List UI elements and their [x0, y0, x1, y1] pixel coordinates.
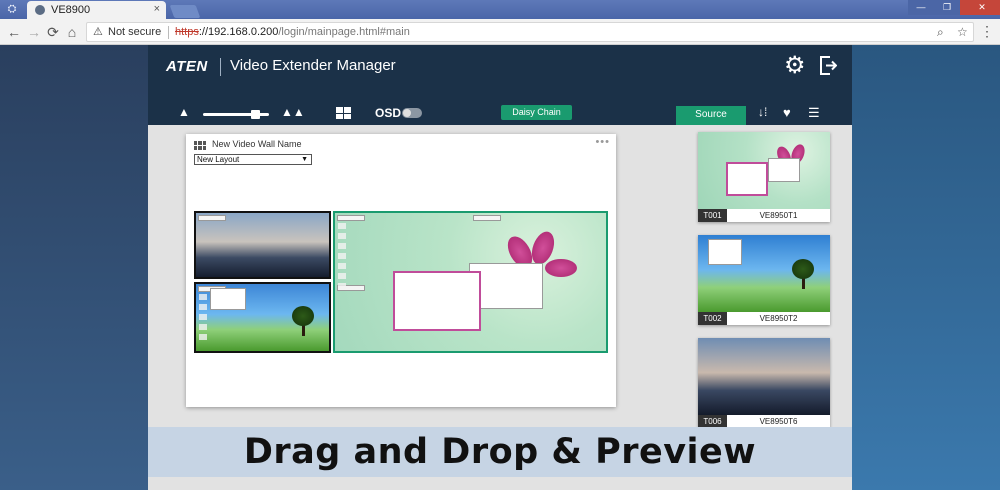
address-separator [168, 26, 169, 39]
screen-source-tag[interactable] [198, 215, 226, 221]
wall-screen-3[interactable] [333, 211, 608, 353]
tree-image [292, 306, 314, 326]
forward-button[interactable]: → [25, 23, 43, 41]
app-title: Video Extender Manager [230, 57, 396, 74]
screen-source-tag[interactable] [473, 215, 501, 221]
wall-screen-1[interactable] [194, 211, 331, 279]
source-card[interactable]: T002 VE8950T2 [698, 235, 830, 325]
browser-tabstrip: ⛭ VE8900 × — ❐ ✕ [0, 0, 1000, 19]
layout-select-value: New Layout [197, 155, 240, 164]
daisy-chain-button[interactable]: Daisy Chain [501, 105, 572, 120]
site-favicon-icon [35, 5, 45, 15]
minimize-icon[interactable]: — [908, 0, 934, 15]
brightness-low-icon: ▲ [178, 105, 190, 119]
source-card[interactable]: T001 VE8950T1 [698, 132, 830, 222]
wall-screen-2[interactable] [194, 282, 331, 353]
bookmark-star-icon[interactable]: ☆ [957, 25, 968, 39]
source-thumbnail[interactable] [698, 132, 830, 209]
bottom-strip [148, 477, 852, 490]
address-bar[interactable]: ⚠ Not secure https://192.168.0.200/login… [86, 22, 974, 42]
sort-icon[interactable]: ↓⁞ [758, 105, 767, 119]
brightness-slider[interactable] [203, 110, 269, 119]
workspace: New Video Wall Name ••• New Layout ▼ T00… [148, 125, 852, 428]
heart-icon[interactable]: ♥ [783, 105, 791, 120]
video-wall-card[interactable]: New Video Wall Name ••• New Layout ▼ [186, 134, 616, 407]
screen-source-tag[interactable] [337, 215, 365, 221]
browser-toolbar: ← → ⟳ ⌂ ⚠ Not secure https://192.168.0.2… [0, 19, 1000, 45]
aten-logo: ATEN [166, 58, 208, 75]
maximize-icon[interactable]: ❐ [934, 0, 960, 15]
control-row: ▲ ▲▲ OSD Daisy Chain Source ↓⁞ ♥ ☰ [148, 105, 852, 125]
more-options-icon[interactable]: ••• [595, 136, 610, 148]
url-scheme: https [175, 26, 199, 38]
home-button[interactable]: ⌂ [63, 23, 81, 41]
close-window-icon[interactable]: ✕ [960, 0, 1000, 15]
osd-toggle[interactable] [402, 108, 422, 118]
brightness-high-icon: ▲▲ [281, 105, 305, 119]
desktop-window [708, 239, 742, 265]
browser-menu-icon[interactable]: ⋮ [980, 23, 994, 40]
tab-title: VE8900 [51, 4, 91, 16]
gear-icon[interactable]: ⚙ [784, 53, 806, 79]
source-name: VE8950T1 [759, 211, 798, 220]
page-background-right [852, 45, 1000, 490]
page-background-left [0, 45, 148, 490]
tab-close-icon[interactable]: × [154, 3, 160, 15]
flower-petal [545, 259, 577, 277]
url-path: /login/mainpage.html#main [278, 26, 410, 38]
tab-source[interactable]: Source [676, 106, 746, 125]
desktop-icons [199, 294, 209, 340]
browser-tab[interactable]: VE8900 × [27, 1, 166, 19]
window-controls: — ❐ ✕ [908, 0, 1000, 15]
new-tab-button[interactable] [169, 5, 201, 18]
source-id: T001 [698, 209, 727, 222]
wall-layout-icon[interactable] [336, 107, 351, 119]
source-thumbnail[interactable] [698, 235, 830, 312]
warning-icon: ⚠ [93, 26, 103, 38]
zoom-icon[interactable]: ⌕ [937, 25, 944, 40]
source-name: VE8950T2 [759, 314, 798, 323]
source-id: T002 [698, 312, 727, 325]
brightness-slider-thumb[interactable] [251, 110, 261, 119]
desktop-window [726, 162, 768, 196]
url-text[interactable]: https://192.168.0.200/login/mainpage.htm… [175, 26, 410, 38]
browser-apps-icon[interactable]: ⛭ [3, 2, 21, 17]
video-wall-icon [194, 141, 206, 150]
title-separator [220, 58, 221, 76]
security-label[interactable]: Not secure [108, 26, 161, 38]
osd-label: OSD [375, 106, 402, 120]
osd-toggle-knob [403, 109, 411, 117]
back-button[interactable]: ← [5, 23, 23, 41]
layout-select[interactable]: New Layout ▼ [194, 154, 312, 165]
chevron-down-icon: ▼ [301, 156, 308, 163]
desktop-icons [338, 223, 348, 289]
feature-banner: Drag and Drop & Preview [148, 427, 852, 477]
desktop-window [768, 158, 800, 182]
video-wall-name[interactable]: New Video Wall Name [212, 139, 302, 149]
url-host: ://192.168.0.200 [198, 26, 279, 38]
desktop-window [393, 271, 481, 331]
source-thumbnail[interactable] [698, 338, 830, 415]
reload-button[interactable]: ⟳ [44, 23, 62, 41]
logout-icon[interactable] [820, 56, 837, 75]
tree-image [792, 259, 814, 279]
list-icon[interactable]: ☰ [808, 105, 820, 121]
desktop-window [210, 288, 246, 310]
source-card[interactable]: T006 VE8950T6 [698, 338, 830, 428]
